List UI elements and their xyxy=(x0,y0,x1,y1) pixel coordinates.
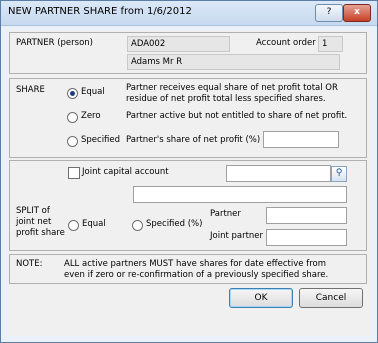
share-equal-radio[interactable] xyxy=(67,88,78,99)
cancel-button[interactable]: Cancel xyxy=(299,288,363,308)
account-order-field: 1 xyxy=(318,36,343,52)
note-label: NOTE: xyxy=(16,259,43,269)
share-zero-description: Partner active but not entitled to share… xyxy=(126,111,348,121)
partner-group: PARTNER (person) ADA002 Account order 1 … xyxy=(9,32,367,74)
split-equal-radio[interactable] xyxy=(68,220,79,231)
joint-capital-label[interactable]: Joint capital account xyxy=(82,167,169,177)
share-equal-description: Partner receives equal share of net prof… xyxy=(126,83,338,104)
dialog-body: PARTNER (person) ADA002 Account order 1 … xyxy=(7,30,371,336)
share-equal-label[interactable]: Equal xyxy=(81,87,105,97)
share-percent-input[interactable] xyxy=(263,131,339,148)
note-text-line1: ALL active partners MUST have shares for… xyxy=(64,259,326,269)
share-label: SHARE xyxy=(16,85,45,95)
split-joint-partner-input[interactable] xyxy=(266,229,347,246)
split-joint-partner-label: Joint partner xyxy=(210,231,264,241)
share-zero-radio[interactable] xyxy=(67,112,78,123)
partner-label: PARTNER (person) xyxy=(16,38,93,48)
joint-split-group: Joint capital account ⚲ SPLIT of joint n… xyxy=(9,160,367,251)
share-specified-radio[interactable] xyxy=(67,136,78,147)
search-icon[interactable]: ⚲ xyxy=(331,166,347,182)
split-label-line1: SPLIT of xyxy=(16,206,50,216)
share-specified-label[interactable]: Specified xyxy=(81,135,120,145)
split-specified-label[interactable]: Specified (%) xyxy=(146,219,202,229)
split-partner-label: Partner xyxy=(210,209,241,219)
account-order-label: Account order xyxy=(256,38,316,48)
joint-capital-checkbox[interactable] xyxy=(68,167,80,179)
close-button[interactable]: x xyxy=(343,4,371,22)
share-zero-label[interactable]: Zero xyxy=(81,111,101,121)
note-text-line2: even if zero or re-confirmation of a pre… xyxy=(64,270,329,280)
window-title: NEW PARTNER SHARE from 1/6/2012 xyxy=(8,6,192,17)
share-group: SHARE Equal Partner receives equal share… xyxy=(9,78,367,158)
split-label-line3: profit share xyxy=(16,228,65,238)
title-bar: NEW PARTNER SHARE from 1/6/2012 ? x xyxy=(1,1,377,26)
split-label-line2: joint net xyxy=(16,217,52,227)
partner-name-field: Adams Mr R xyxy=(127,54,340,70)
note-group: NOTE: ALL active partners MUST have shar… xyxy=(9,254,367,284)
joint-capital-description-field xyxy=(133,186,347,203)
ok-button[interactable]: OK xyxy=(229,288,293,308)
joint-capital-input[interactable] xyxy=(226,165,331,182)
dialog-window: NEW PARTNER SHARE from 1/6/2012 ? x PART… xyxy=(0,0,378,343)
partner-code-field: ADA002 xyxy=(127,36,230,52)
split-equal-label[interactable]: Equal xyxy=(82,219,106,229)
help-button[interactable]: ? xyxy=(315,4,343,22)
split-partner-input[interactable] xyxy=(266,207,347,224)
share-specified-description: Partner's share of net profit (%) xyxy=(126,135,261,145)
split-specified-radio[interactable] xyxy=(132,220,143,231)
